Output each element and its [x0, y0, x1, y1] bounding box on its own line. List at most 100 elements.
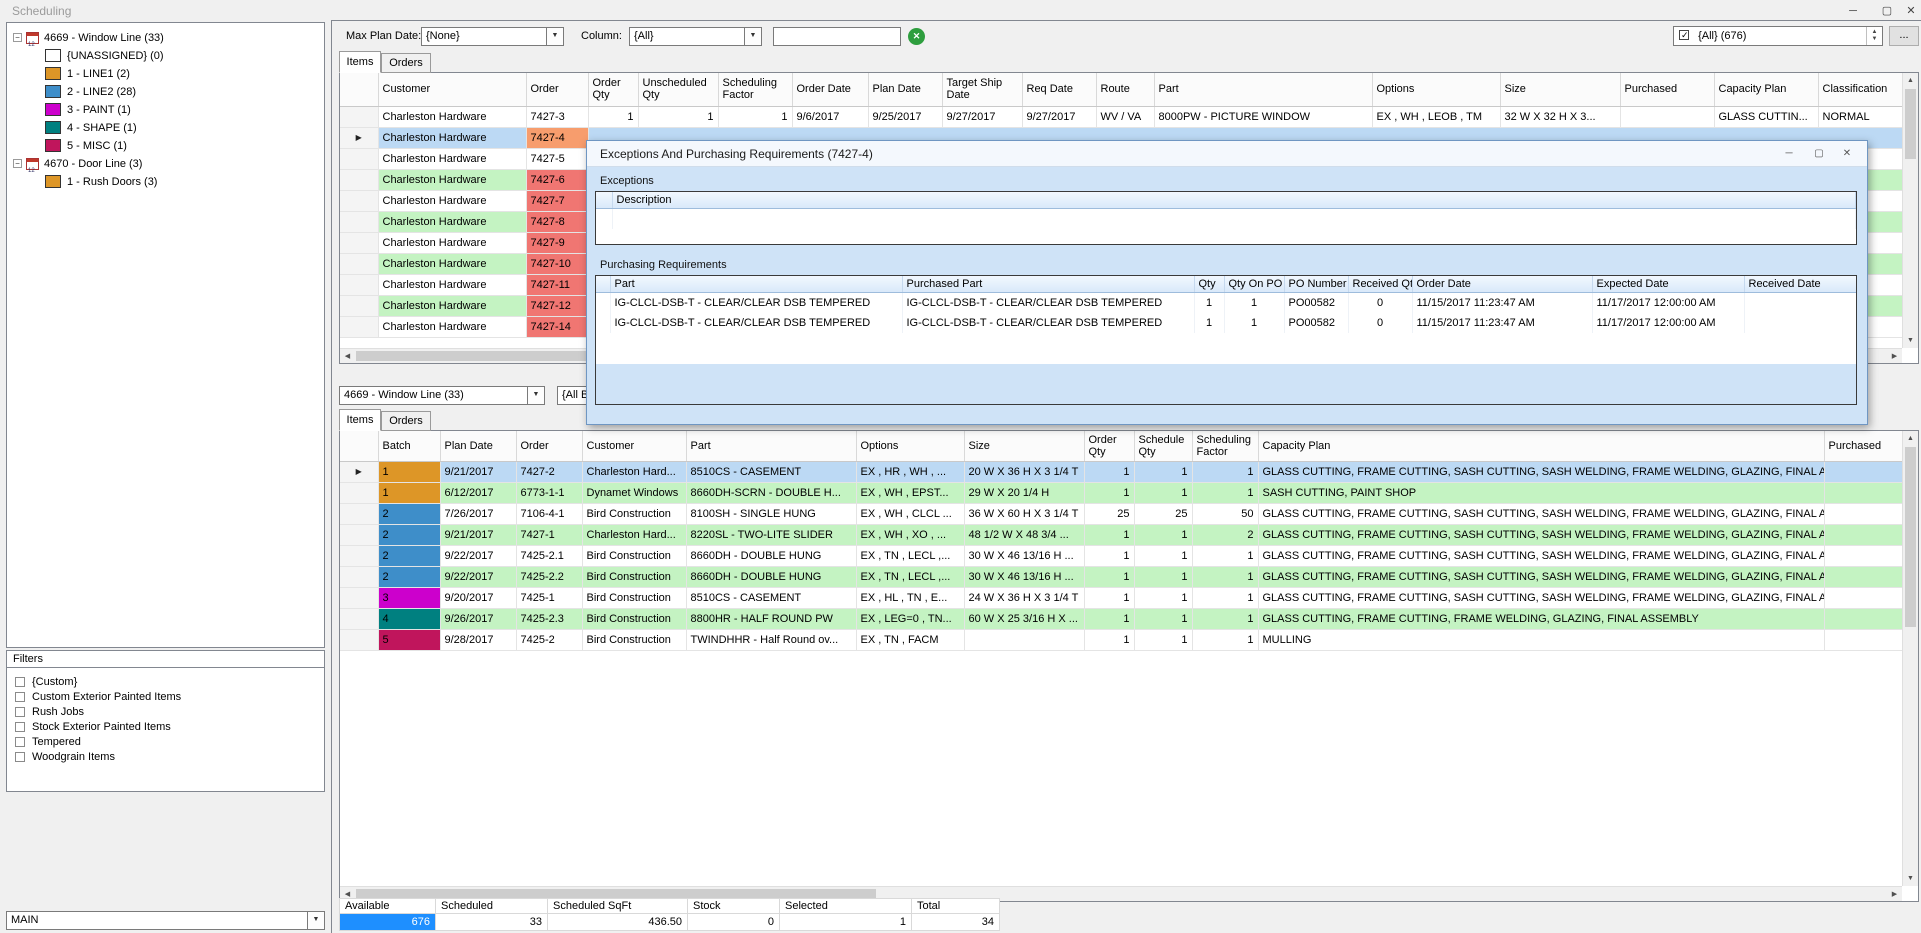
col-order-qty[interactable]: Order Qty: [588, 73, 638, 106]
col-qty-on-po[interactable]: Qty On PO: [1224, 276, 1284, 293]
col-capacity-plan[interactable]: Capacity Plan: [1714, 73, 1818, 106]
schedule-row-selected[interactable]: ▶ 1 9/21/2017 7427-2 Charleston Hard... …: [340, 461, 1904, 482]
col-po-number[interactable]: PO Number: [1284, 276, 1348, 293]
ellipsis-button[interactable]: ...: [1889, 26, 1919, 46]
scroll-up-icon[interactable]: ▲: [1903, 73, 1918, 88]
schedule-row[interactable]: 2 7/26/2017 7106-4-1 Bird Construction 8…: [340, 503, 1904, 524]
max-plan-date-combo[interactable]: {None} ▼: [421, 27, 564, 46]
tree-node-paint[interactable]: 3 - PAINT (1): [7, 101, 324, 119]
col-unscheduled-qty[interactable]: Unscheduled Qty: [638, 73, 718, 106]
clear-filter-icon[interactable]: ✕: [908, 28, 925, 45]
col-order[interactable]: Order: [526, 73, 588, 106]
col-options[interactable]: Options: [856, 431, 964, 461]
purchasing-row[interactable]: IG-CLCL-DSB-T - CLEAR/CLEAR DSB TEMPERED…: [596, 293, 1857, 313]
tab-items-bottom[interactable]: Items: [339, 409, 381, 431]
col-received-qty[interactable]: Received Qty: [1348, 276, 1412, 293]
col-schedule-qty[interactable]: Schedule Qty: [1134, 431, 1192, 461]
column-filter-input[interactable]: [773, 27, 901, 46]
tree-node-shape[interactable]: 4 - SHAPE (1): [7, 119, 324, 137]
line-combo[interactable]: 4669 - Window Line (33) ▼: [339, 386, 545, 405]
filter-tempered[interactable]: Tempered: [7, 735, 324, 750]
col-scheduling-factor[interactable]: Scheduling Factor: [718, 73, 792, 106]
col-customer[interactable]: Customer: [582, 431, 686, 461]
dialog-title-bar[interactable]: Exceptions And Purchasing Requirements (…: [587, 141, 1867, 167]
col-part[interactable]: Part: [686, 431, 856, 461]
col-received-date[interactable]: Received Date: [1744, 276, 1857, 293]
chevron-down-icon[interactable]: ▼: [546, 28, 563, 45]
schedule-row[interactable]: 4 9/26/2017 7425-2.3 Bird Construction 8…: [340, 608, 1904, 629]
schedule-row[interactable]: 2 9/21/2017 7427-1 Charleston Hard... 82…: [340, 524, 1904, 545]
checkbox[interactable]: [15, 677, 25, 687]
col-route[interactable]: Route: [1096, 73, 1154, 106]
col-options[interactable]: Options: [1372, 73, 1500, 106]
spinner-down-icon[interactable]: ▼: [1867, 36, 1882, 45]
schedule-row[interactable]: 3 9/20/2017 7425-1 Bird Construction 851…: [340, 587, 1904, 608]
spinner-up-icon[interactable]: ▲: [1867, 27, 1882, 36]
scroll-down-icon[interactable]: ▼: [1903, 333, 1918, 348]
dialog-close-icon[interactable]: ✕: [1833, 144, 1861, 164]
scroll-thumb[interactable]: [1905, 447, 1916, 627]
checkbox-checked[interactable]: ✓: [1679, 30, 1689, 40]
exceptions-empty-row[interactable]: [596, 209, 1856, 229]
dialog-maximize-icon[interactable]: ▢: [1805, 144, 1833, 164]
schedule-grid-vscrollbar[interactable]: ▲ ▼: [1902, 431, 1918, 886]
tree-node-window-line[interactable]: −4669 - Window Line (33): [7, 29, 324, 47]
col-size[interactable]: Size: [964, 431, 1084, 461]
orders-grid-vscrollbar[interactable]: ▲ ▼: [1902, 73, 1918, 348]
scroll-up-icon[interactable]: ▲: [1903, 431, 1918, 446]
tree-node-unassigned[interactable]: {UNASSIGNED} (0): [7, 47, 324, 65]
purchasing-row[interactable]: IG-CLCL-DSB-T - CLEAR/CLEAR DSB TEMPERED…: [596, 313, 1857, 333]
col-classification[interactable]: Classification: [1818, 73, 1904, 106]
filter-custom[interactable]: {Custom}: [7, 675, 324, 690]
tree-node-line1[interactable]: 1 - LINE1 (2): [7, 65, 324, 83]
expander-icon[interactable]: −: [13, 33, 22, 42]
col-capacity-plan[interactable]: Capacity Plan: [1258, 431, 1824, 461]
col-purchased[interactable]: Purchased: [1824, 431, 1904, 461]
checkbox[interactable]: [15, 707, 25, 717]
filter-woodgrain[interactable]: Woodgrain Items: [7, 750, 324, 765]
scroll-right-icon[interactable]: ▶: [1887, 349, 1902, 364]
tab-orders-top[interactable]: Orders: [381, 53, 431, 73]
all-orders-checkbox-control[interactable]: ✓ {All} (676) ▲ ▼: [1673, 26, 1883, 46]
scroll-down-icon[interactable]: ▼: [1903, 871, 1918, 886]
checkbox[interactable]: [15, 737, 25, 747]
tab-items-top[interactable]: Items: [339, 51, 381, 73]
checkbox[interactable]: [15, 692, 25, 702]
chevron-down-icon[interactable]: ▼: [744, 28, 761, 45]
col-purchased[interactable]: Purchased: [1620, 73, 1714, 106]
col-expected-date[interactable]: Expected Date: [1592, 276, 1744, 293]
col-part[interactable]: Part: [610, 276, 902, 293]
filter-rush-jobs[interactable]: Rush Jobs: [7, 705, 324, 720]
minimize-icon[interactable]: ─: [1838, 2, 1868, 20]
tree-node-door-line[interactable]: −4670 - Door Line (3): [7, 155, 324, 173]
spinner-control[interactable]: ▲ ▼: [1866, 27, 1882, 45]
schedule-row[interactable]: 2 9/22/2017 7425-2.2 Bird Construction 8…: [340, 566, 1904, 587]
chevron-down-icon[interactable]: ▼: [307, 912, 324, 929]
close-icon[interactable]: ✕: [1896, 2, 1921, 20]
tab-orders-bottom[interactable]: Orders: [381, 411, 431, 431]
col-order-qty[interactable]: Order Qty: [1084, 431, 1134, 461]
col-scheduling-factor[interactable]: Scheduling Factor: [1192, 431, 1258, 461]
scroll-right-icon[interactable]: ▶: [1887, 887, 1902, 902]
order-row[interactable]: Charleston Hardware 7427-3 1 1 1 9/6/201…: [340, 106, 1904, 127]
chevron-down-icon[interactable]: ▼: [527, 387, 544, 404]
col-order[interactable]: Order: [516, 431, 582, 461]
schedule-row[interactable]: 5 9/28/2017 7425-2 Bird Construction TWI…: [340, 629, 1904, 650]
tree-node-line2[interactable]: 2 - LINE2 (28): [7, 83, 324, 101]
col-purchased-part[interactable]: Purchased Part: [902, 276, 1194, 293]
col-plan-date[interactable]: Plan Date: [440, 431, 516, 461]
dialog-minimize-icon[interactable]: ─: [1775, 144, 1803, 164]
tree-node-misc[interactable]: 5 - MISC (1): [7, 137, 324, 155]
scroll-left-icon[interactable]: ◀: [340, 349, 355, 364]
col-size[interactable]: Size: [1500, 73, 1620, 106]
scroll-thumb[interactable]: [1905, 89, 1916, 159]
col-part[interactable]: Part: [1154, 73, 1372, 106]
filter-stock-exterior[interactable]: Stock Exterior Painted Items: [7, 720, 324, 735]
col-order-date[interactable]: Order Date: [1412, 276, 1592, 293]
col-description[interactable]: Description: [612, 192, 1856, 209]
filter-custom-exterior[interactable]: Custom Exterior Painted Items: [7, 690, 324, 705]
col-order-date[interactable]: Order Date: [792, 73, 868, 106]
checkbox[interactable]: [15, 752, 25, 762]
schedule-row[interactable]: 1 6/12/2017 6773-1-1 Dynamet Windows 866…: [340, 482, 1904, 503]
main-view-combo[interactable]: MAIN ▼: [6, 911, 325, 930]
